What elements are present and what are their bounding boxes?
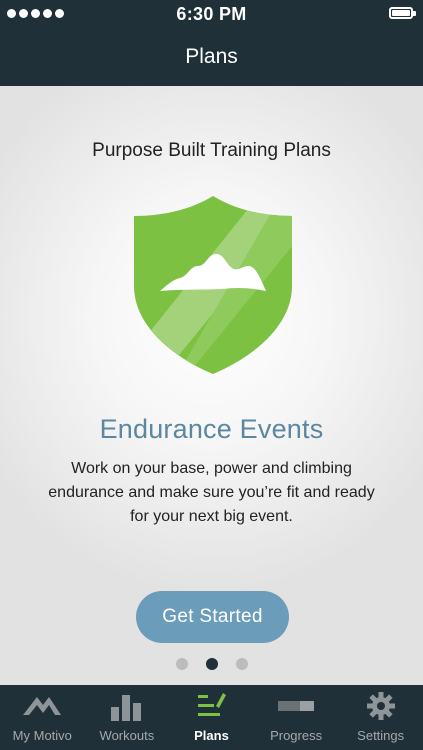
bar-chart-icon: [110, 695, 141, 721]
motivo-logo-icon: [23, 697, 62, 715]
tab-bar: My Motivo Workouts Plans Progress Settin…: [0, 685, 423, 750]
tab-progress[interactable]: Progress: [254, 685, 339, 750]
battery-icon: [389, 7, 416, 19]
progress-bar-icon: [278, 701, 315, 711]
page-dot-3[interactable]: [235, 658, 248, 670]
navigation-bar: Plans: [0, 28, 423, 86]
tab-label-settings: Settings: [357, 728, 405, 743]
tab-workouts[interactable]: Workouts: [85, 685, 170, 750]
status-bar: 6:30 PM: [0, 0, 423, 28]
page-title: Plans: [185, 45, 238, 68]
plans-list-icon: [198, 693, 227, 716]
page-dot-2-active[interactable]: [205, 658, 218, 670]
plan-title: Endurance Events: [99, 414, 324, 444]
get-started-button[interactable]: Get Started: [136, 591, 289, 643]
plan-card[interactable]: Purpose Built Training Plans Endurance E…: [0, 86, 423, 685]
plan-headline: Purpose Built Training Plans: [92, 140, 331, 161]
tab-label-workouts: Workouts: [99, 728, 155, 743]
tab-label-plans: Plans: [194, 728, 229, 743]
tab-label-my-motivo: My Motivo: [12, 728, 72, 743]
gear-icon: [366, 692, 395, 720]
tab-plans[interactable]: Plans: [169, 685, 254, 750]
tab-my-motivo[interactable]: My Motivo: [0, 685, 85, 750]
plan-description: Work on your base, power and climbing en…: [48, 460, 375, 525]
page-dot-1[interactable]: [175, 658, 188, 670]
status-time: 6:30 PM: [176, 4, 247, 24]
page-indicator[interactable]: [0, 658, 423, 670]
tab-label-progress: Progress: [270, 728, 323, 743]
tab-settings[interactable]: Settings: [338, 685, 423, 750]
shield-mountain-icon: [132, 194, 294, 376]
